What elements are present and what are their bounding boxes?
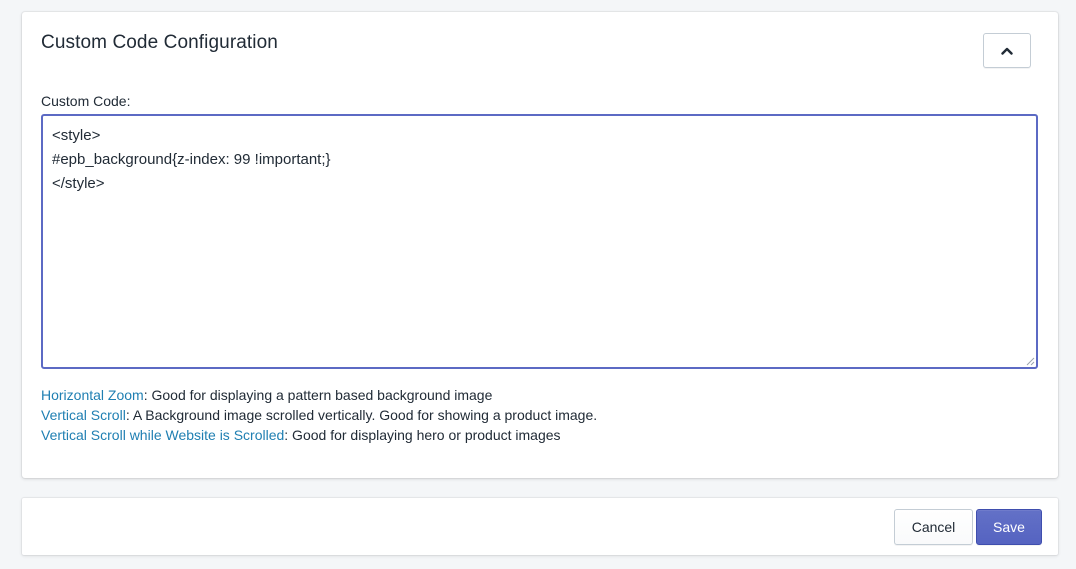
custom-code-card: Custom Code Configuration Custom Code: H… <box>22 12 1058 478</box>
card-title: Custom Code Configuration <box>41 32 278 53</box>
custom-code-label: Custom Code: <box>41 93 131 109</box>
help-description: : Good for displaying a pattern based ba… <box>143 387 493 403</box>
vertical-scroll-link[interactable]: Vertical Scroll <box>41 407 126 423</box>
help-text: Horizontal Zoom: Good for displaying a p… <box>41 385 597 445</box>
vertical-scroll-while-scrolled-link[interactable]: Vertical Scroll while Website is Scrolle… <box>41 427 284 443</box>
chevron-up-icon <box>1001 47 1013 55</box>
custom-code-textarea[interactable] <box>41 114 1038 369</box>
help-description: : Good for displaying hero or product im… <box>284 427 561 443</box>
help-line: Vertical Scroll: A Background image scro… <box>41 405 597 425</box>
save-button[interactable]: Save <box>976 509 1042 545</box>
help-description: : A Background image scrolled vertically… <box>125 407 598 423</box>
resize-handle-icon[interactable] <box>1025 356 1035 366</box>
horizontal-zoom-link[interactable]: Horizontal Zoom <box>41 387 144 403</box>
collapse-button[interactable] <box>983 33 1031 68</box>
cancel-button[interactable]: Cancel <box>894 509 973 545</box>
help-line: Horizontal Zoom: Good for displaying a p… <box>41 385 597 405</box>
help-line: Vertical Scroll while Website is Scrolle… <box>41 425 597 445</box>
page-actions-footer: Cancel Save <box>22 498 1058 555</box>
